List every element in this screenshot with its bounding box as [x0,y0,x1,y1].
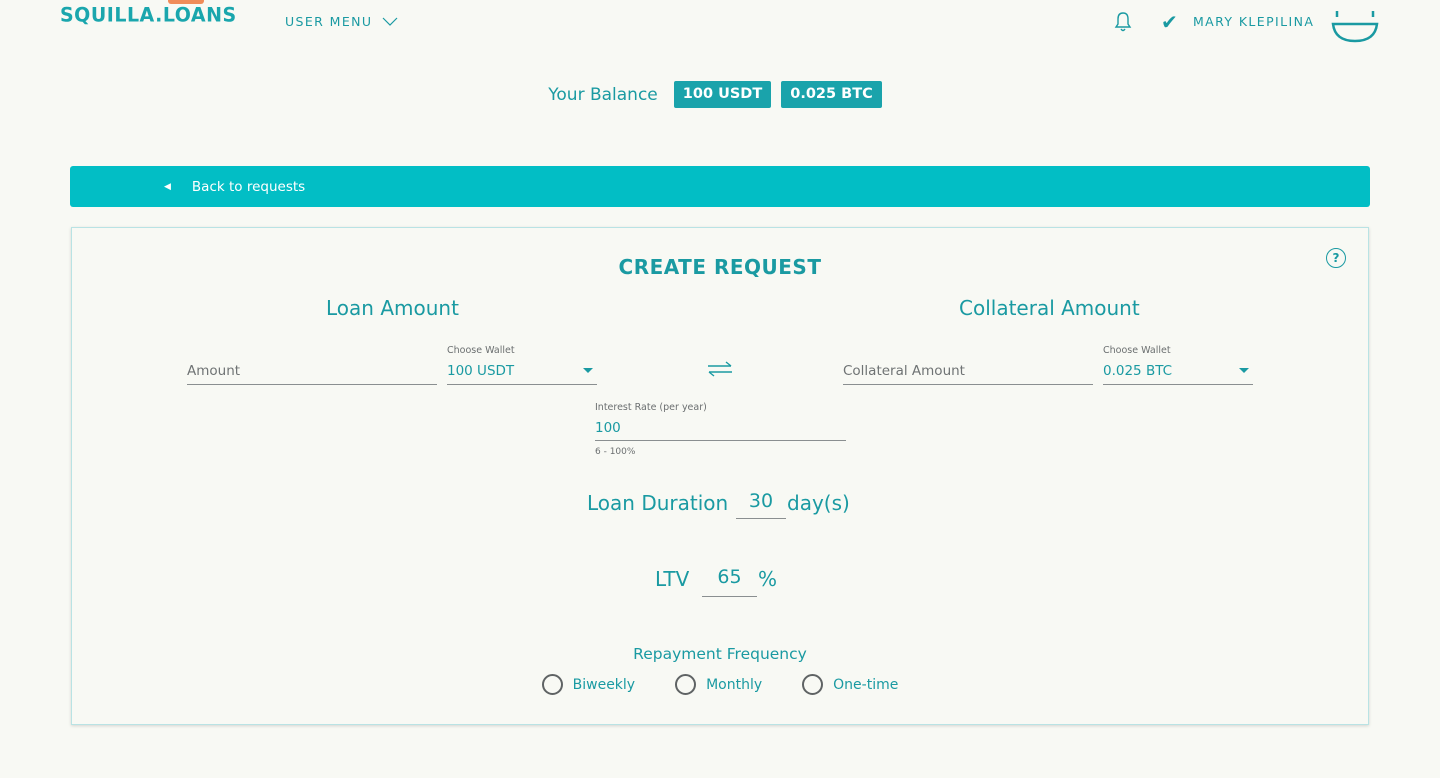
collateral-amount-input[interactable]: Collateral Amount [843,360,1093,385]
radio-circle-icon [675,674,697,695]
ltv-input[interactable]: 65 [702,566,757,597]
radio-biweekly[interactable]: Biweekly [541,674,636,695]
interest-rate-value: 100 [595,420,621,436]
avatar-smiley-icon[interactable] [1330,5,1380,43]
loan-wallet-value: 100 USDT [447,363,515,379]
ltv-unit: % [758,567,778,591]
username[interactable]: MARY KLEPILINA [1193,14,1314,29]
user-menu-label: USER MENU [285,14,373,29]
radio-monthly[interactable]: Monthly [675,674,762,695]
balance-label: Your Balance [548,84,658,105]
radio-circle-icon [541,674,563,695]
collateral-amount-placeholder: Collateral Amount [843,363,965,379]
page-title: CREATE REQUEST [618,255,822,279]
dropdown-caret-icon [1239,368,1249,373]
dropdown-caret-icon [583,368,593,373]
user-menu[interactable]: USER MENU [285,14,398,29]
swap-arrows-icon[interactable] [706,360,734,378]
radio-label: One-time [833,676,899,693]
logo[interactable]: SQUILLA.LOANS [60,3,237,26]
back-to-requests-button[interactable]: ◀ Back to requests [70,166,1370,207]
loan-wallet-label: Choose Wallet [447,345,515,356]
interest-rate-input[interactable]: 100 [595,417,846,441]
collateral-wallet-value: 0.025 BTC [1103,363,1173,379]
loan-amount-input[interactable]: Amount [187,360,437,385]
ltv-value: 65 [717,566,742,588]
balance-bar: Your Balance 100 USDT 0.025 BTC [0,81,1440,108]
loan-duration-input[interactable]: 30 [736,490,786,519]
interest-rate-hint: 6 - 100% [595,447,636,457]
repayment-frequency-options: Biweekly Monthly One-time [0,674,1440,695]
balance-chip-btc: 0.025 BTC [781,81,882,108]
loan-amount-placeholder: Amount [187,363,241,379]
chevron-down-icon [383,17,398,26]
caret-left-icon: ◀ [164,181,171,192]
radio-circle-icon [802,674,824,695]
radio-one-time[interactable]: One-time [802,674,898,695]
back-to-requests-label: Back to requests [191,178,306,195]
loan-duration-value: 30 [748,490,774,512]
bell-icon[interactable] [1113,11,1133,33]
radio-label: Monthly [706,676,763,693]
balance-chip-usdt: 100 USDT [673,81,772,108]
collateral-wallet-label: Choose Wallet [1103,345,1171,356]
loan-duration-label: Loan Duration [587,491,729,515]
ltv-label: LTV [655,567,690,591]
collateral-amount-title: Collateral Amount [959,296,1140,320]
loan-duration-unit: day(s) [787,491,850,515]
repayment-frequency-title: Repayment Frequency [633,645,807,663]
loan-wallet-select[interactable]: 100 USDT [447,360,597,385]
interest-rate-label: Interest Rate (per year) [595,402,707,413]
radio-label: Biweekly [572,676,636,693]
collateral-wallet-select[interactable]: 0.025 BTC [1103,360,1253,385]
verified-check-icon: ✔ [1161,10,1178,34]
loan-amount-title: Loan Amount [326,296,459,320]
